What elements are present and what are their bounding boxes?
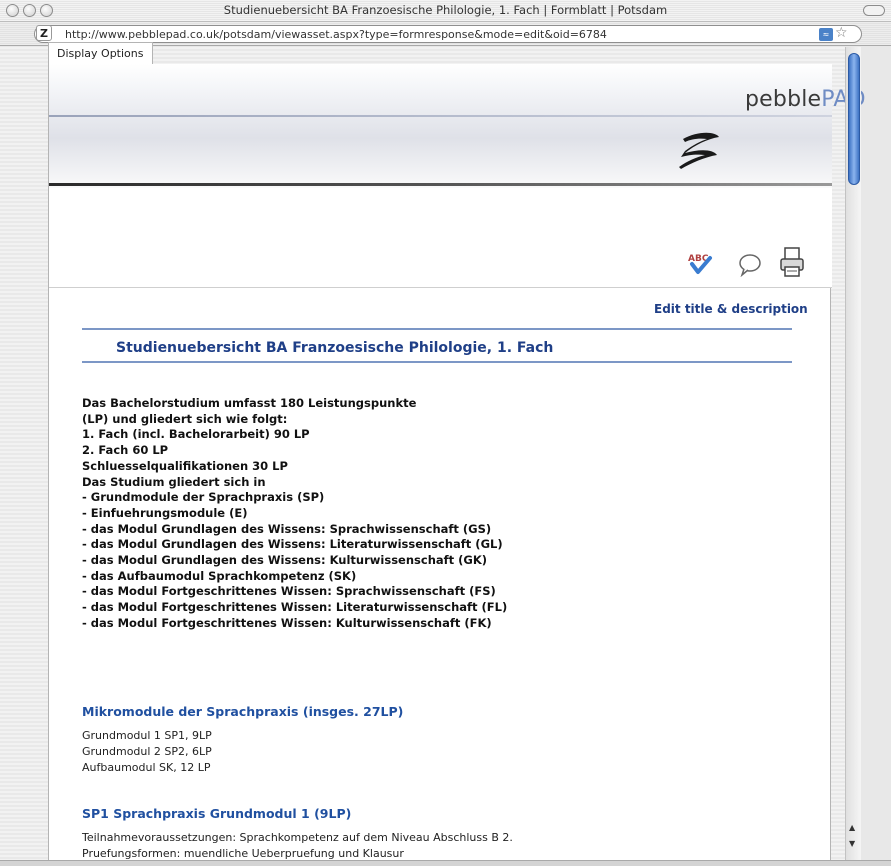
title-rule-top [82,328,792,330]
intro-line: - das Modul Fortgeschrittenes Wissen: Ku… [82,615,492,630]
document-title: Studienuebersicht BA Franzoesische Philo… [116,340,554,356]
browser-window: Studienuebersicht BA Franzoesische Philo… [0,0,891,866]
window-title: Studienuebersicht BA Franzoesische Philo… [223,3,668,17]
intro-line: - das Modul Grundlagen des Wissens: Lite… [82,537,503,552]
intro-line: 2. Fach 60 LP [82,443,169,458]
url-text[interactable]: http://www.pebblepad.co.uk/potsdam/viewa… [65,28,607,41]
spellcheck-icon[interactable]: ABC [687,250,713,276]
intro-line: Das Studium gliedert sich in [82,474,266,489]
intro-line: Schluesselqualifikationen 30 LP [82,458,288,473]
intro-line: - Grundmodule der Sprachpraxis (SP) [82,490,325,505]
site-favicon-icon: Z [36,25,52,41]
section-sp1-body: Teilnahmevoraussetzungen: Sprachkompeten… [82,830,513,862]
list-item: Teilnahmevoraussetzungen: Sprachkompeten… [82,831,513,844]
tool-strip: ABC [49,188,832,288]
pebblepad-header: pebblePAD [49,64,866,188]
list-item: Aufbaumodul SK, 12 LP [82,760,211,774]
intro-line: - das Modul Grundlagen des Wissens: Kult… [82,553,488,568]
status-bar [0,860,891,866]
address-bar[interactable]: http://www.pebblepad.co.uk/potsdam/viewa… [34,25,862,43]
title-rule-bottom [82,361,792,363]
header-divider-dark [49,183,832,186]
intro-line: - das Modul Fortgeschrittenes Wissen: Sp… [82,584,496,599]
edit-title-description-link[interactable]: Edit title & description [654,302,808,316]
section-heading-sp1: SP1 Sprachpraxis Grundmodul 1 (9LP) [82,806,352,821]
intro-line: (LP) und gliedert sich wie folgt: [82,411,288,426]
scroll-down-arrow-icon[interactable]: ▼ [849,839,855,848]
section-heading-mikromodule: Mikromodule der Sprachpraxis (insges. 27… [82,704,404,719]
list-item: Grundmodul 1 SP1, 9LP [82,729,212,742]
rss-feed-icon[interactable]: ≈ [819,28,833,41]
vertical-scrollbar[interactable]: ▲ ▼ [845,47,861,860]
window-titlebar: Studienuebersicht BA Franzoesische Philo… [0,0,891,22]
intro-line: - Einfuehrungsmodule (E) [82,505,248,520]
tab-display-options[interactable]: Display Options [48,42,153,65]
toolbar-toggle-button[interactable] [863,5,885,16]
scrollbar-thumb[interactable] [848,53,860,185]
section-mikromodule-body: Grundmodul 1 SP1, 9LP Grundmodul 2 SP2, … [82,728,212,775]
intro-text-block: Das Bachelorstudium umfasst 180 Leistung… [82,396,507,632]
list-item: Grundmodul 2 SP2, 6LP [82,744,212,758]
intro-line: - das Modul Grundlagen des Wissens: Spra… [82,521,492,536]
intro-line: - das Modul Fortgeschrittenes Wissen: Li… [82,600,508,615]
comment-bubble-icon[interactable] [737,253,763,278]
header-divider [49,115,832,117]
pebblepad-swoosh-icon [679,132,719,169]
intro-line: Das Bachelorstudium umfasst 180 Leistung… [82,396,417,410]
intro-line: - das Aufbaumodul Sprachkompetenz (SK) [82,568,357,583]
printer-icon[interactable] [779,246,805,278]
bookmark-star-icon[interactable]: ☆ [835,25,848,41]
logo-word-pebble: pebble [745,87,822,112]
intro-line: 1. Fach (incl. Bachelorarbeit) 90 LP [82,427,310,442]
scroll-up-arrow-icon[interactable]: ▲ [849,823,855,832]
